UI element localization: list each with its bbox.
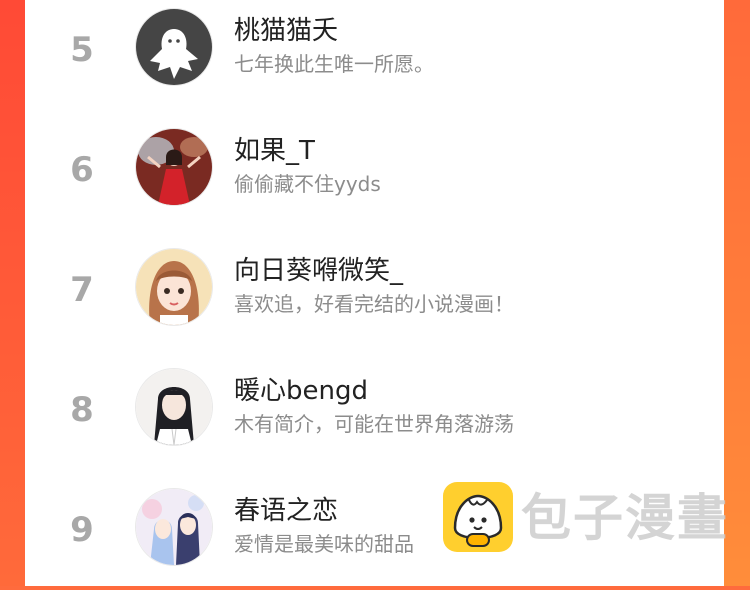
user-name[interactable]: 桃猫猫夭 (234, 10, 338, 47)
rank-number: 7 (70, 270, 94, 310)
rank-number: 6 (70, 150, 94, 190)
list-item-rank-7[interactable]: 7 向日葵嘚微笑_ 喜欢追，好看完结的小说漫画！ (25, 240, 724, 350)
couple-avatar-icon (136, 489, 212, 565)
list-item-rank-6[interactable]: 6 如果_T 偷偷藏不住yyds (25, 120, 724, 230)
rank-number: 9 (70, 510, 94, 550)
list-item-rank-5[interactable]: 5 桃猫猫夭 七年换此生唯一所愿。 (25, 0, 724, 110)
user-name[interactable]: 向日葵嘚微笑_ (234, 250, 403, 287)
user-bio: 爱情是最美味的甜品 (234, 532, 414, 556)
ghost-avatar-icon (136, 9, 212, 85)
avatar[interactable] (135, 128, 213, 206)
user-name[interactable]: 暖心bengd (234, 370, 368, 407)
bun-logo-icon (443, 482, 513, 552)
user-bio: 七年换此生唯一所愿。 (234, 52, 434, 76)
user-name[interactable]: 如果_T (234, 130, 315, 167)
rank-number: 5 (70, 30, 94, 70)
user-bio: 木有简介，可能在世界角落游荡 (234, 412, 514, 436)
avatar[interactable] (135, 8, 213, 86)
rank-number: 8 (70, 390, 94, 430)
list-item-rank-8[interactable]: 8 暖心bengd 木有简介，可能在世界角落游荡 (25, 360, 724, 470)
girl-red-dress-avatar-icon (136, 129, 212, 205)
watermark: 包子漫畫 (443, 482, 733, 556)
doll-girl-avatar-icon (136, 249, 212, 325)
left-accent-border (0, 0, 25, 586)
user-bio: 偷偷藏不住yyds (234, 172, 381, 196)
user-name[interactable]: 春语之恋 (234, 490, 338, 527)
user-bio: 喜欢追，好看完结的小说漫画！ (234, 292, 514, 316)
watermark-text: 包子漫畫 (521, 489, 729, 547)
avatar[interactable] (135, 488, 213, 566)
avatar[interactable] (135, 368, 213, 446)
avatar[interactable] (135, 248, 213, 326)
ancient-man-avatar-icon (136, 369, 212, 445)
